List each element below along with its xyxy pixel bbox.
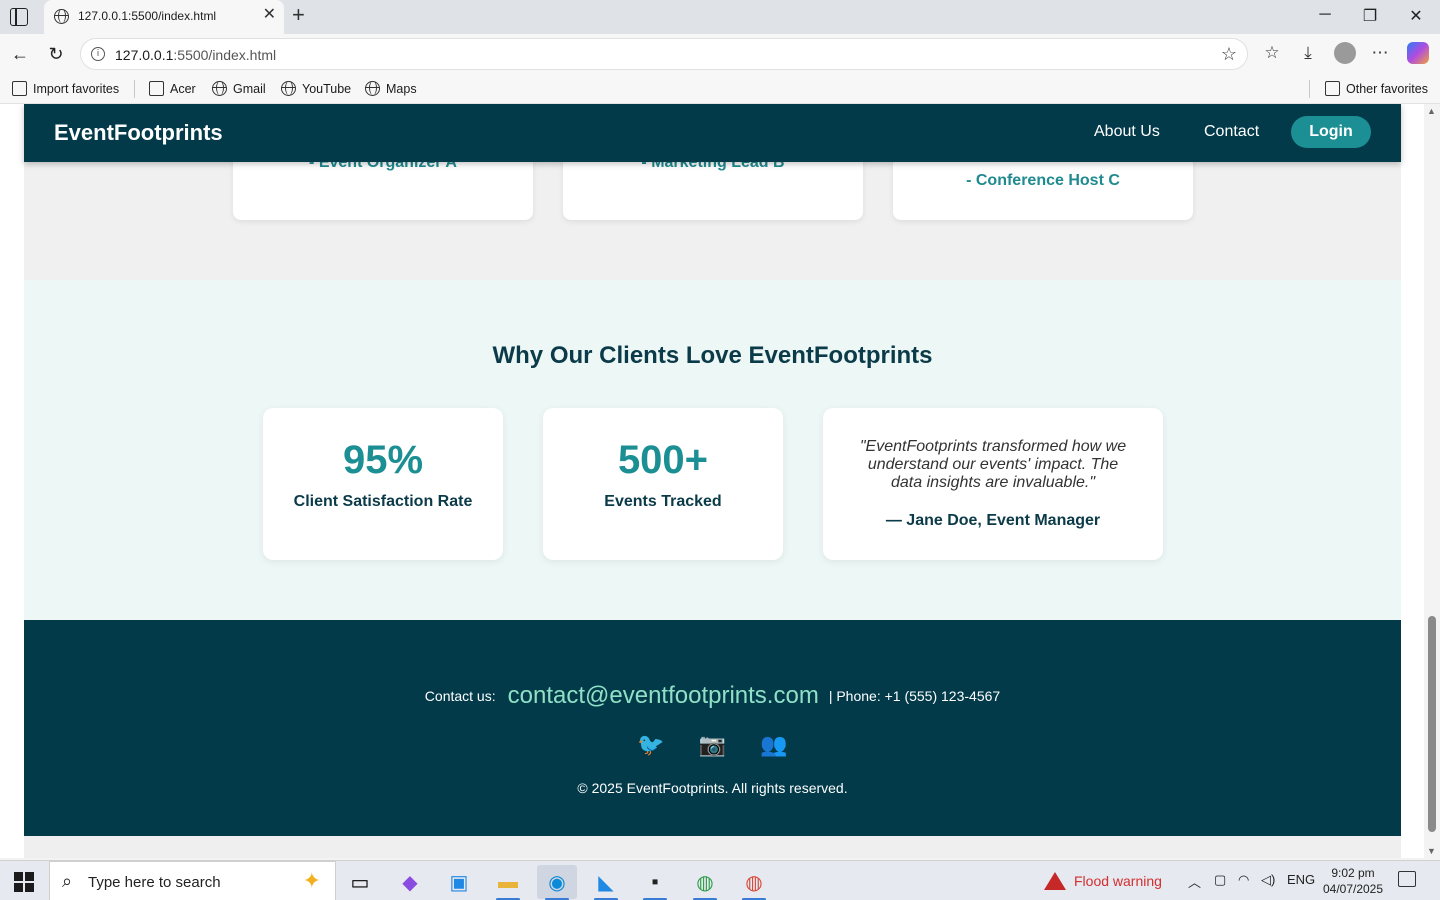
other-favorites[interactable]: Other favorites [1325,81,1428,96]
import-icon [12,81,27,96]
favorite-maps[interactable]: Maps [365,81,417,96]
url-text[interactable]: 127.0.0.1:5500/index.html [115,47,276,63]
quote-card: "EventFootprints transformed how we unde… [823,408,1163,560]
favorites-bar: Import favorites Acer Gmail YouTube Maps… [0,74,1440,104]
stat-card-events: 500+ Events Tracked [543,408,783,560]
profile-avatar[interactable] [1334,42,1356,64]
site-navbar: EventFootprints About Us Contact Login [24,104,1401,162]
taskbar-search[interactable]: ⌕ Type here to search ✦ [49,861,336,900]
downloads-icon[interactable]: ⤓ [1296,43,1320,63]
favorite-acer[interactable]: Acer [149,81,196,96]
copilot-app-icon[interactable]: ◆ [390,865,430,899]
close-window-button[interactable]: ✕ [1404,6,1428,26]
scroll-down-arrow-icon[interactable]: ▼ [1427,846,1436,856]
warning-icon [1044,872,1066,890]
people-icon[interactable]: 👥 [760,733,787,758]
file-explorer-icon[interactable]: ▬ [488,865,528,900]
favorite-star-icon[interactable]: ☆ [1221,44,1237,65]
favorites-icon[interactable]: ☆ [1260,43,1284,63]
globe-icon [281,81,296,96]
store-icon[interactable]: ▣ [439,865,479,899]
stat-value: 95% [342,438,424,482]
globe-icon [365,81,380,96]
volume-icon[interactable]: ◁) [1261,872,1275,888]
quote-text: "EventFootprints transformed how we unde… [859,438,1127,491]
phone-text: | Phone: +1 (555) 123-4567 [828,688,1001,704]
show-hidden-icons[interactable]: ︿ [1188,872,1201,891]
minimize-button[interactable]: ─ [1313,6,1337,24]
browser-toolbar: ← ↻ i 127.0.0.1:5500/index.html ☆ ☆ ⤓ ⋯ [0,34,1440,74]
why-clients-section: Why Our Clients Love EventFootprints 95%… [24,280,1401,620]
nav-link-contact[interactable]: Contact [1204,123,1259,141]
stat-card-satisfaction: 95% Client Satisfaction Rate [263,408,503,560]
email-link[interactable]: contact@eventfootprints.com [508,682,819,709]
new-tab-button[interactable]: + [292,4,305,26]
camera-icon[interactable]: 📷 [699,733,726,758]
notifications-icon[interactable] [1398,871,1416,887]
site-info-icon[interactable]: i [91,47,105,61]
tab-title: 127.0.0.1:5500/index.html [78,9,217,23]
folder-icon [1325,81,1340,96]
clock[interactable]: 9:02 pm 04/07/2025 [1318,865,1388,897]
divider [134,80,135,98]
copyright: © 2025 EventFootprints. All rights reser… [577,780,848,796]
favorite-import[interactable]: Import favorites [12,81,119,96]
page-body: - Event Organizer A - Marketing Lead B -… [24,104,1401,858]
twitter-bird-icon[interactable]: 🐦 [637,733,664,758]
brand-logo[interactable]: EventFootprints [54,120,223,146]
chrome-profile-icon[interactable]: ◍ [734,865,774,900]
page-scrollbar[interactable]: ▲ ▼ [1424,104,1440,858]
task-view-icon[interactable]: ▭ [340,865,380,899]
copilot-icon[interactable] [1407,42,1429,64]
edge-browser-icon[interactable]: ◉ [537,865,577,900]
clock-time: 9:02 pm [1331,866,1375,880]
address-bar[interactable]: i 127.0.0.1:5500/index.html ☆ [80,38,1248,70]
footer: Contact us: contact@eventfootprints.com | … [24,620,1401,836]
page-viewport: - Event Organizer A - Marketing Lead B -… [0,104,1440,858]
terminal-icon[interactable]: ▪ [635,865,675,900]
favorite-gmail[interactable]: Gmail [212,81,266,96]
language-indicator[interactable]: ENG [1287,872,1315,887]
chrome-icon[interactable]: ◍ [685,865,725,900]
meet-icon[interactable]: ▢ [1214,872,1226,888]
folder-icon [149,81,164,96]
stat-label: Client Satisfaction Rate [293,493,473,510]
vscode-icon[interactable]: ◣ [586,865,626,900]
section-title: Why Our Clients Love EventFootprints [492,342,933,369]
windows-start-icon[interactable] [14,872,34,892]
close-tab-icon[interactable]: ✕ [263,7,276,23]
windows-taskbar: ⌕ Type here to search ✦ ▭ ◆ ▣ ▬ ◉ ◣ ▪ ◍ … [0,860,1440,900]
quote-author: — Jane Doe, Event Manager [885,512,1101,529]
stat-label: Events Tracked [604,493,722,510]
scrollbar-thumb[interactable] [1428,616,1436,832]
browser-tab[interactable]: 127.0.0.1:5500/index.html ✕ [44,0,284,34]
divider [1309,80,1310,98]
contact-line: Contact us: contact@eventfootprints.com | … [24,682,1401,710]
weather-alert[interactable]: Flood warning [1044,872,1162,890]
globe-icon [54,9,69,24]
login-button[interactable]: Login [1291,116,1371,148]
reload-button[interactable]: ↻ [44,43,68,65]
social-links: 🐦 📷 👥 [24,732,1401,758]
globe-icon [212,81,227,96]
search-icon: ⌕ [62,871,73,891]
wifi-icon[interactable]: ◠ [1238,872,1249,888]
nav-link-about[interactable]: About Us [1094,123,1160,141]
favorite-youtube[interactable]: YouTube [281,81,351,96]
testimonial-author: - Conference Host C [966,172,1120,189]
browser-tab-bar: 127.0.0.1:5500/index.html ✕ + ─ ❐ ✕ [0,0,1440,34]
back-button[interactable]: ← [8,43,32,65]
clock-date: 04/07/2025 [1322,882,1384,896]
search-placeholder: Type here to search [88,874,221,891]
contact-label: Contact us: [424,688,496,704]
scroll-up-arrow-icon[interactable]: ▲ [1427,106,1436,116]
more-menu-icon[interactable]: ⋯ [1368,43,1392,63]
tab-actions-icon[interactable] [10,8,28,26]
stat-value: 500+ [617,438,709,482]
sparkle-icon: ✦ [302,868,321,893]
restore-button[interactable]: ❐ [1358,6,1382,26]
